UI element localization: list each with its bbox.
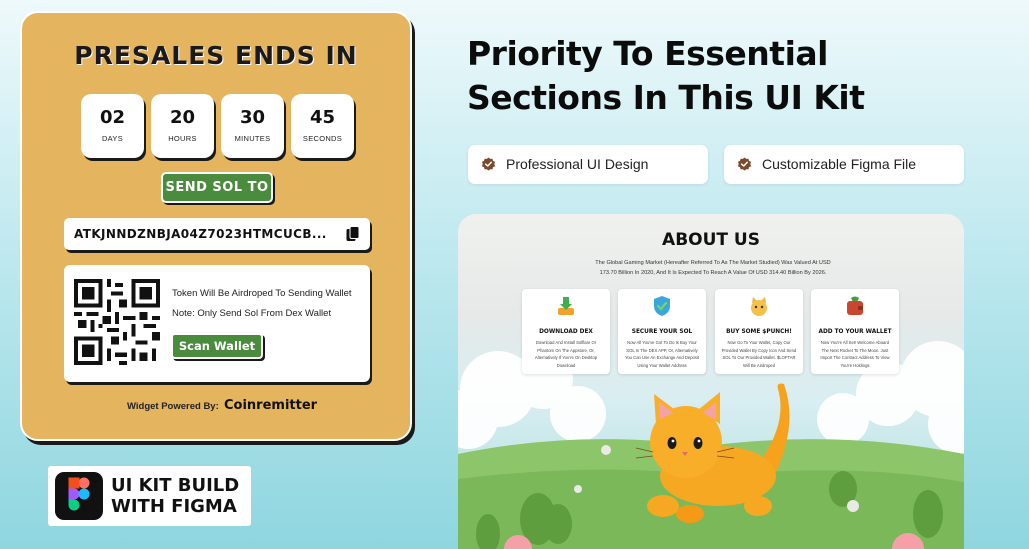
shield-check-icon [654, 296, 670, 316]
feature-title: BUY SOME $PUNCH! [726, 329, 792, 335]
feature-chip-ui-design: Professional UI Design [468, 145, 708, 184]
feature-chip-figma-file: Customizable Figma File [724, 145, 964, 184]
presale-widget: PRESALES ENDS IN 02 DAYS 20 HOURS 30 MIN… [20, 11, 412, 441]
copy-icon[interactable] [346, 226, 360, 242]
feature-card-wallet: ADD TO YOUR WALLET Now You're All Set! W… [811, 289, 899, 374]
countdown-value: 02 [99, 107, 126, 128]
wallet-address-text: ATKJNNDZNBJA04Z7023HTMCUCB... [74, 227, 327, 241]
feature-card-download: DOWNLOAD DEX Download And Install Solfla… [522, 289, 610, 374]
headline-line2: Sections In This UI Kit [467, 78, 865, 117]
feature-text: Now You're All Set! Welcome Aboard The N… [820, 340, 890, 368]
coinremitter-link[interactable]: Coinremitter [224, 398, 317, 413]
about-us-title: ABOUT US [662, 230, 760, 250]
countdown-label: SECONDS [302, 134, 343, 143]
countdown-label: MINUTES [234, 134, 271, 143]
feature-text: Download And Install Solflare Or Phantom… [534, 340, 598, 368]
feature-text: Now Go To Your Wallet, Copy Our Provided… [721, 340, 797, 368]
countdown-hours: 20 HOURS [151, 94, 214, 158]
qr-code-icon [74, 279, 160, 365]
feature-title: DOWNLOAD DEX [539, 329, 593, 335]
figma-badge-line2: WITH FIGMA [111, 496, 237, 517]
cat-coin-icon [751, 297, 767, 316]
about-us-preview: ABOUT US The Global Gaming Market (Herea… [458, 214, 964, 549]
countdown-value: 20 [169, 107, 196, 128]
airdrop-note: Token Will Be Airdroped To Sending Walle… [172, 288, 352, 299]
check-badge-icon [481, 157, 496, 171]
chip-label: Professional UI Design [506, 156, 649, 172]
feature-title: SECURE YOUR SOL [631, 329, 693, 335]
feature-title: ADD TO YOUR WALLET [818, 329, 892, 335]
feature-card-buy: BUY SOME $PUNCH! Now Go To Your Wallet, … [715, 289, 803, 374]
countdown-value: 30 [239, 107, 266, 128]
powered-by-label: Widget Powered By: [127, 401, 219, 412]
send-sol-button[interactable]: SEND SOL TO [161, 172, 273, 203]
countdown-seconds: 45 SECONDS [291, 94, 354, 158]
figma-badge: UI KIT BUILD WITH FIGMA [48, 466, 251, 526]
dex-wallet-note: Note: Only Send Sol From Dex Wallet [172, 308, 332, 319]
figma-badge-text: UI KIT BUILD WITH FIGMA [111, 475, 239, 517]
feature-card-secure: SECURE YOUR SOL Now All You've Got To Do… [618, 289, 706, 374]
scan-wallet-button[interactable]: Scan Wallet [171, 333, 263, 359]
feature-text: Now All You've Got To Do Is Buy Your SOL… [624, 340, 700, 368]
chip-label: Customizable Figma File [762, 156, 917, 172]
wallet-icon [847, 296, 863, 315]
headline-line1: Priority To Essential [467, 34, 828, 73]
check-badge-icon [737, 157, 752, 171]
download-icon [558, 297, 574, 315]
countdown-days: 02 DAYS [81, 94, 144, 158]
wallet-address-field[interactable]: ATKJNNDZNBJA04Z7023HTMCUCB... [64, 218, 370, 250]
figma-badge-line1: UI KIT BUILD [111, 475, 240, 496]
countdown-label: DAYS [101, 134, 124, 143]
about-us-description: The Global Gaming Market (Hereafter Refe… [595, 260, 831, 276]
countdown-minutes: 30 MINUTES [221, 94, 284, 158]
countdown-label: HOURS [168, 134, 197, 143]
page-headline: Priority To Essential Sections In This U… [467, 32, 1007, 120]
qr-card: Token Will Be Airdroped To Sending Walle… [64, 265, 370, 382]
countdown-value: 45 [309, 107, 336, 128]
figma-logo-icon [55, 472, 103, 520]
presale-title: PRESALES ENDS IN [74, 41, 358, 70]
